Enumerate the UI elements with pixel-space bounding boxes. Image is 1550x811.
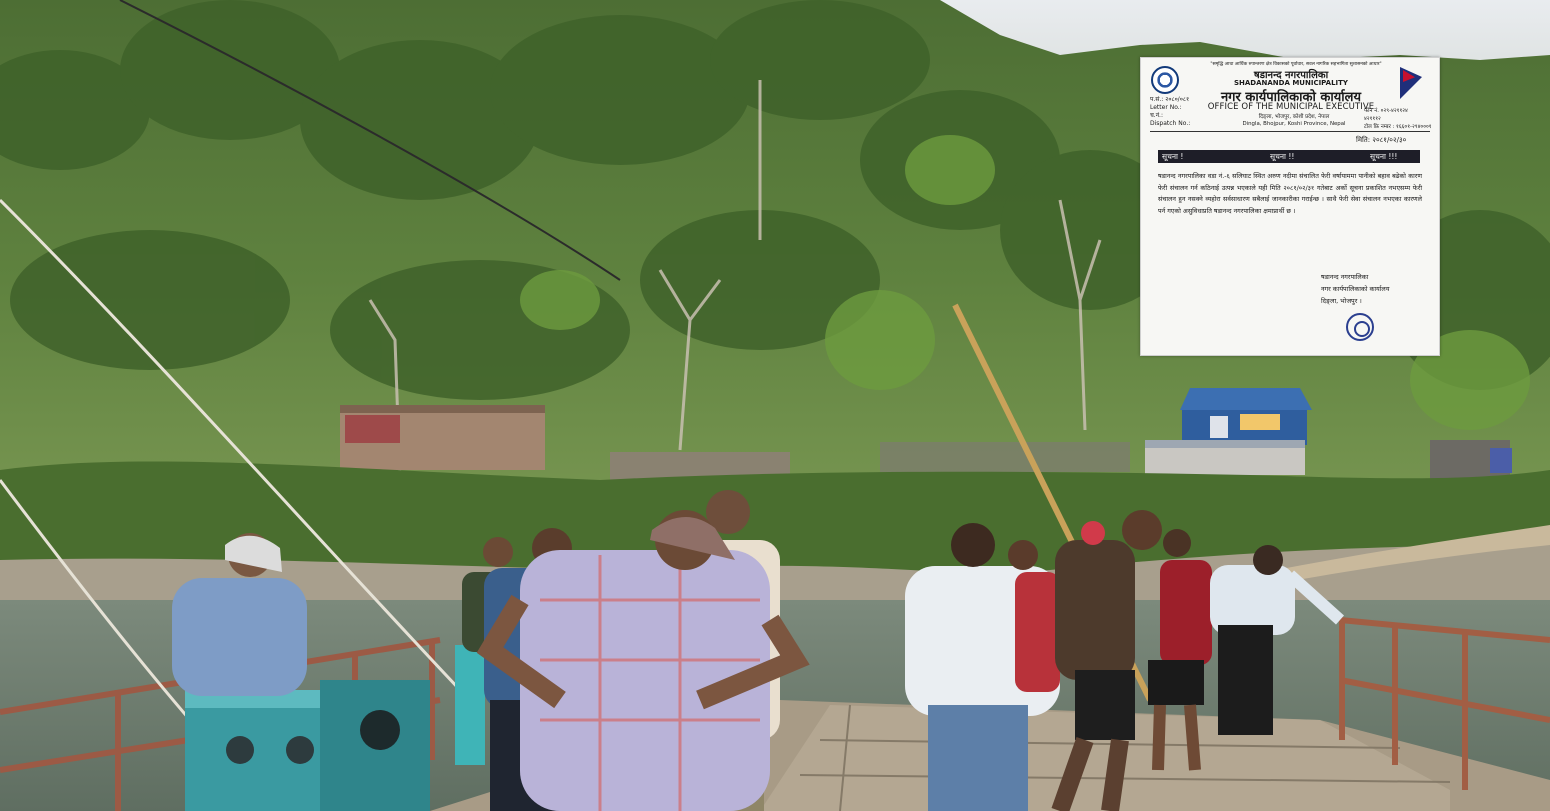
letter-meta: प.सं.: २०८०/०८१ Letter No.: च.नं.: Dispa… <box>1150 96 1191 127</box>
person-red-cap <box>1081 521 1105 545</box>
notice-date: मिति: २०८१/०२/३० <box>1356 136 1407 144</box>
contact-meta: फोन नं. ०२९-४२११२४ ४२१११२ टोल फ्रि नम्बर… <box>1364 108 1432 130</box>
municipal-notice: "समृद्धि आधा आर्थिक रुपान्तरण क्षेत्र वि… <box>1140 57 1440 356</box>
notice-banner: सूचना ! सूचना !! सूचना !!! <box>1158 150 1420 163</box>
office-address: दिङ्ला, भोजपुर, कोशी प्रदेश, नेपाल Dingl… <box>1242 114 1346 127</box>
header-divider <box>1150 131 1430 132</box>
municipality-name-english: SHADANANDA MUNICIPALITY <box>1233 79 1348 87</box>
fence <box>880 442 1130 472</box>
office-seal-icon <box>1346 313 1374 341</box>
municipality-emblem-icon <box>1151 66 1179 94</box>
notice-signature: षडानन्द नगरपालिका नगर कार्यपालिकाको कार्… <box>1321 273 1390 305</box>
shed-right <box>1430 440 1512 480</box>
notice-body: षडानन्द नगरपालिका वडा नं.-६ सलिघाट स्थित… <box>1158 172 1422 215</box>
hut-left <box>340 405 545 470</box>
